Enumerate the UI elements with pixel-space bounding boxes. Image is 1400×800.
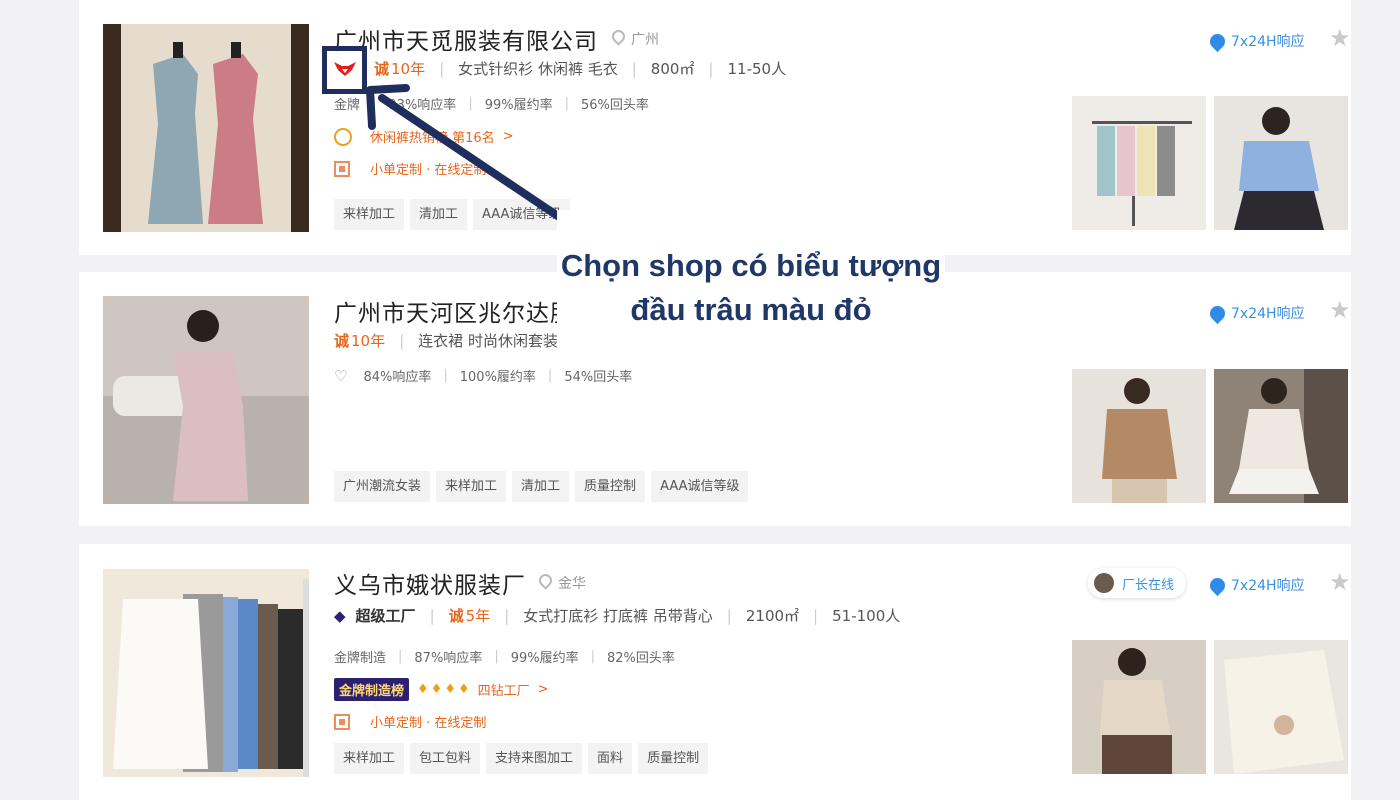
callout-text: Chọn shop có biểu tượng đầu trâu màu đỏ xyxy=(560,247,942,327)
annotation-callout: Chọn shop có biểu tượng đầu trâu màu đỏ xyxy=(557,210,945,365)
annotation-arrow xyxy=(366,84,596,243)
